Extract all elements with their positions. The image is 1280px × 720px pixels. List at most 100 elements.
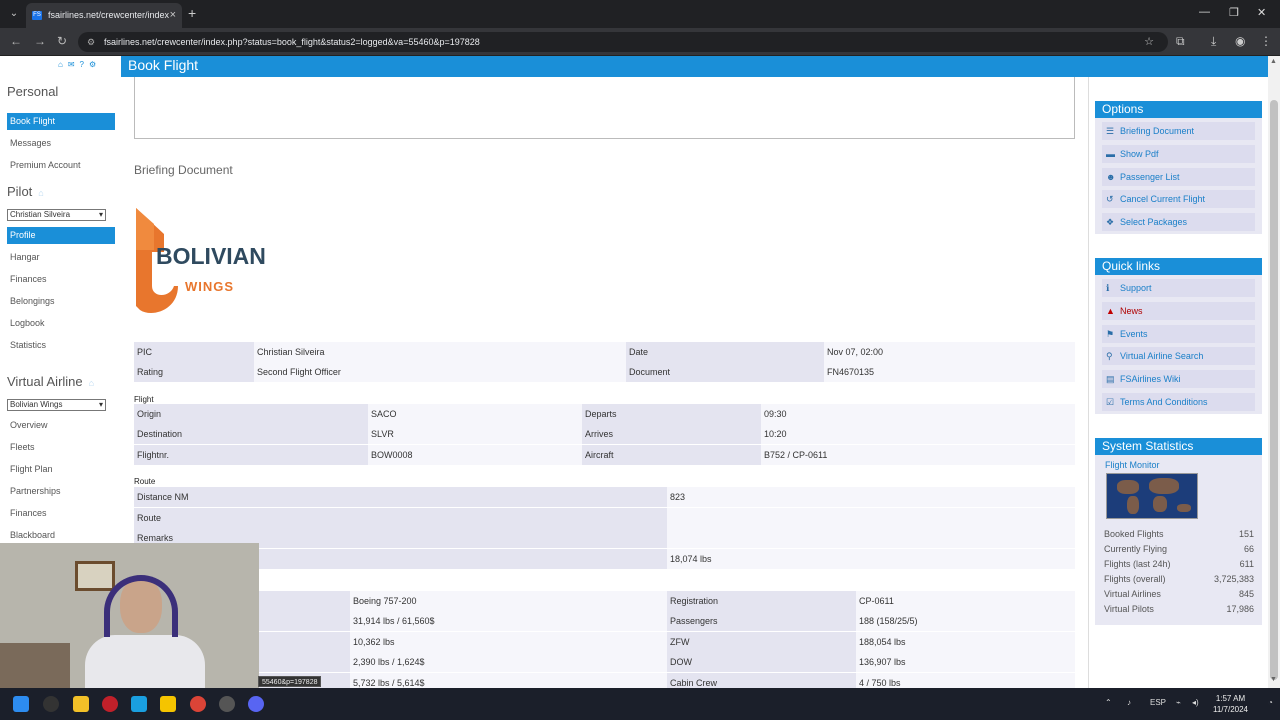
settings-icon[interactable]: ⚙ (89, 60, 101, 69)
payload-value: 31,914 lbs / 61,560$ (350, 611, 667, 631)
back-icon[interactable]: ← (10, 34, 22, 48)
option-cancel-flight[interactable]: ↺ Cancel Current Flight (1102, 190, 1255, 208)
reload-icon[interactable]: ↻ (57, 34, 67, 48)
route-value (667, 508, 1075, 528)
sidebar-item-partnerships[interactable]: Partnerships (7, 483, 115, 500)
url-bar[interactable]: ⚙ fsairlines.net/crewcenter/index.php?st… (78, 32, 1168, 52)
option-show-pdf[interactable]: ▬ Show Pdf (1102, 145, 1255, 163)
table-row: 31,914 lbs / 61,560$ Passengers 188 (158… (134, 611, 1075, 631)
table-row: PIC Christian Silveira Date Nov 07, 02:0… (134, 342, 1075, 362)
browser-tab[interactable]: FS fsairlines.net/crewcenter/index × (26, 3, 182, 28)
passengers-label: Passengers (667, 611, 856, 631)
flight-monitor-map[interactable] (1106, 473, 1198, 519)
site-info-icon[interactable]: ⚙ (87, 32, 95, 52)
profile-icon[interactable]: ◉ (1235, 34, 1245, 48)
scrollbar-thumb[interactable] (1270, 100, 1278, 680)
stat-value: 17,986 (1226, 604, 1254, 614)
sidebar-item-logbook[interactable]: Logbook (7, 315, 115, 332)
stats-body: Flight Monitor Booked Flights 151 Current… (1095, 455, 1262, 625)
new-tab-icon[interactable]: + (188, 5, 196, 21)
sidebar-item-fleets[interactable]: Fleets (7, 439, 115, 456)
option-passenger-list[interactable]: ☻ Passenger List (1102, 168, 1255, 186)
document-label: Document (626, 362, 824, 382)
record-app-icon[interactable] (102, 696, 118, 712)
notification-icon[interactable]: ◔ (1268, 698, 1273, 707)
options-panel: Options ☰ Briefing Document ▬ Show Pdf ☻ Pa… (1095, 101, 1262, 234)
stat-value: 66 (1243, 544, 1254, 554)
checkbox-icon: ☑ (1106, 397, 1115, 407)
tab-search-icon[interactable]: ⌄ (6, 6, 22, 22)
link-terms[interactable]: ☑ Terms And Conditions (1102, 393, 1255, 411)
sidebar-item-messages[interactable]: Messages (7, 135, 115, 152)
option-briefing-document[interactable]: ☰ Briefing Document (1102, 122, 1255, 140)
bookmark-star-icon[interactable]: ☆ (1144, 32, 1154, 52)
tab-close-icon[interactable]: × (170, 3, 176, 28)
chat-icon[interactable]: ✉ (68, 60, 80, 69)
flight-monitor-link[interactable]: Flight Monitor (1105, 460, 1160, 470)
link-va-search[interactable]: ⚲ Virtual Airline Search (1102, 347, 1255, 365)
clock-app-icon[interactable] (43, 696, 59, 712)
page-scrollbar[interactable]: ▲ ▼ (1268, 56, 1280, 688)
departs-label: Departs (582, 404, 761, 424)
stat-value: 611 (1239, 559, 1254, 569)
users-icon: ☻ (1106, 172, 1116, 182)
link-support[interactable]: ℹ Support (1102, 279, 1255, 297)
airline-logo: BOLIVIAN WINGS (134, 206, 269, 316)
language-indicator[interactable]: ESP (1150, 698, 1166, 707)
pilot-select[interactable]: Christian Silveira (7, 209, 106, 221)
sidebar-item-va-finances[interactable]: Finances (7, 505, 115, 522)
browser-tab-bar: ⌄ FS fsairlines.net/crewcenter/index × +… (0, 0, 1280, 28)
clock-time: 1:57 AM (1215, 694, 1246, 703)
tray-chevron-icon[interactable]: ⌃ (1105, 698, 1112, 707)
network-icon[interactable]: ⌁ (1176, 698, 1181, 707)
sidebar-item-overview[interactable]: Overview (7, 417, 115, 434)
option-select-packages[interactable]: ❖ Select Packages (1102, 213, 1255, 231)
extensions-icon[interactable]: ⧉ (1176, 34, 1185, 49)
sidebar-item-finances[interactable]: Finances (7, 271, 115, 288)
excel-like-icon[interactable] (131, 696, 147, 712)
app-icon[interactable] (219, 696, 235, 712)
distance-label: Distance NM (134, 487, 667, 507)
home-icon[interactable]: ⌂ (58, 60, 68, 69)
discord-icon[interactable] (248, 696, 264, 712)
aircraft-value: B752 / CP-0611 (761, 445, 1075, 465)
maximize-icon[interactable]: ❐ (1229, 6, 1239, 19)
sidebar-heading-pilot: Pilot ⌂ (7, 184, 44, 199)
undo-icon: ↺ (1106, 194, 1114, 204)
sidebar-item-profile[interactable]: Profile (7, 227, 115, 244)
file-explorer-icon[interactable] (73, 696, 89, 712)
scroll-down-icon[interactable]: ▼ (1270, 676, 1277, 683)
microphone-icon[interactable]: ♪ (1127, 698, 1131, 707)
chrome-icon[interactable] (190, 696, 206, 712)
virtual-airline-select[interactable]: Bolivian Wings (7, 399, 106, 411)
window-close-icon[interactable]: ✕ (1257, 6, 1266, 19)
sidebar-heading-virtual-airline: Virtual Airline ⌂ (7, 374, 94, 389)
scroll-up-icon[interactable]: ▲ (1270, 58, 1277, 65)
cargo-value: 10,362 lbs (350, 632, 667, 652)
help-icon[interactable]: ? (80, 60, 89, 69)
minimize-icon[interactable]: — (1199, 6, 1210, 18)
volume-icon[interactable]: ◂) (1192, 698, 1199, 707)
sidebar-item-statistics[interactable]: Statistics (7, 337, 115, 354)
duck-app-icon[interactable] (160, 696, 176, 712)
start-icon[interactable] (13, 696, 29, 712)
forward-icon[interactable]: → (34, 34, 46, 48)
download-icon[interactable]: ⤓ (1211, 34, 1216, 49)
search-icon: ⚲ (1106, 351, 1113, 361)
sidebar-item-hangar[interactable]: Hangar (7, 249, 115, 266)
sidebar-item-flight-plan[interactable]: Flight Plan (7, 461, 115, 478)
option-label: Cancel Current Flight (1120, 194, 1206, 204)
registration-label: Registration (667, 591, 856, 611)
link-wiki[interactable]: ▤ FSAirlines Wiki (1102, 370, 1255, 388)
sidebar-item-premium-account[interactable]: Premium Account (7, 157, 115, 174)
table-row: Flightnr. BOW0008 Aircraft B752 / CP-061… (134, 445, 1075, 465)
flightnr-value: BOW0008 (368, 445, 582, 465)
link-label: Terms And Conditions (1120, 397, 1208, 407)
sidebar-item-book-flight[interactable]: Book Flight (7, 113, 115, 130)
taskbar-clock[interactable]: 1:57 AM 11/7/2024 (1213, 693, 1248, 715)
sidebar-item-belongings[interactable]: Belongings (7, 293, 115, 310)
browser-menu-icon[interactable]: ⋮ (1260, 34, 1272, 48)
sidebar-item-blackboard[interactable]: Blackboard (7, 527, 115, 544)
link-news[interactable]: ▲ News (1102, 302, 1255, 320)
link-events[interactable]: ⚑ Events (1102, 325, 1255, 343)
